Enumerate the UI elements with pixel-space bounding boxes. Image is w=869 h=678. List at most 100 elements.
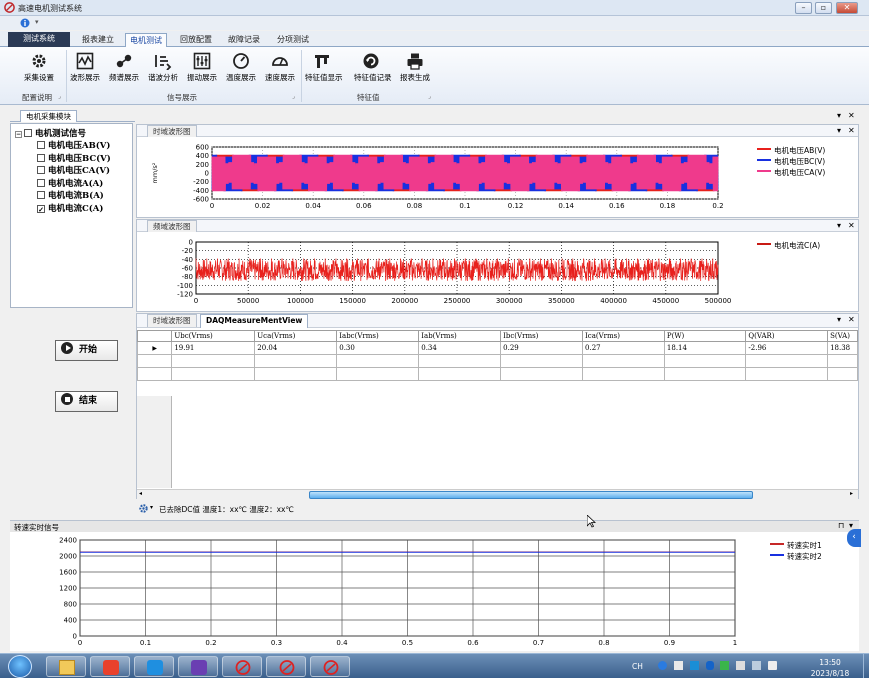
table-cell[interactable]: 0.29 [500,341,584,355]
scroll-right-icon[interactable]: ▸ [850,490,853,497]
qat-dropdown-icon[interactable]: ▾ [35,18,39,26]
minimize-button[interactable]: – [795,2,812,14]
signal-checkbox[interactable] [37,191,45,199]
signal-checkbox[interactable] [37,166,45,174]
tab-item-test[interactable]: 分项测试 [273,33,313,47]
group-launcher-icon[interactable]: ⌟ [428,93,431,100]
tab-time-domain-2[interactable]: 时域波形图 [147,314,197,327]
table-cell[interactable]: 20.04 [254,341,338,355]
waveform-display-button[interactable]: 波形展示 [68,50,102,88]
table-row[interactable] [137,354,858,368]
bluetooth-icon[interactable] [706,661,714,670]
tab-fault-record[interactable]: 故障记录 [224,33,264,47]
vibration-display-button[interactable]: 振动展示 [185,50,219,88]
taskbar-app[interactable] [134,656,174,677]
start-orb-icon[interactable] [8,655,32,678]
tab-motor-test[interactable]: 电机测试 [125,33,167,47]
help-tray-icon[interactable] [658,661,667,670]
language-indicator[interactable]: CH [632,662,643,671]
row-selector-icon[interactable]: ▶ [137,341,173,355]
taskbar-test-app-2[interactable] [266,656,306,677]
tab-freq-domain[interactable]: 频域波形图 [147,220,197,232]
dock-close-icon[interactable]: ✕ [848,110,855,121]
network-icon[interactable] [752,661,761,670]
battery-tray-icon[interactable] [736,661,745,670]
column-header[interactable]: Ica(Vrms) [582,330,665,342]
temperature-display-button[interactable]: 温度展示 [224,50,258,88]
tab-daq-measurement-view[interactable]: DAQMeasureMentView [200,314,309,328]
stop-button[interactable]: 结束 [55,391,118,412]
scrollbar-thumb[interactable] [309,491,753,499]
column-header[interactable]: S(VA) [827,330,858,342]
panel-dropdown-icon[interactable]: ▾ [837,314,841,325]
group-launcher-icon[interactable]: ⌟ [58,93,61,100]
dock-dropdown-icon[interactable]: ▾ [837,110,841,121]
taskbar-wps[interactable] [90,656,130,677]
signal-item-5[interactable]: 电机电流B(A) [37,189,104,201]
report-generate-button[interactable]: 报表生成 [398,50,432,88]
start-button[interactable]: 开始 [55,340,118,361]
signal-item-1[interactable]: 电机电压AB(V) [37,139,110,151]
horizontal-scrollbar[interactable]: ◂ ▸ [137,489,858,499]
column-header[interactable]: Uca(Vrms) [254,330,338,342]
tree-root[interactable]: − 电机测试信号 [15,127,86,139]
settings-icon[interactable] [138,503,149,514]
table-cell[interactable]: 19.91 [171,341,256,355]
group-launcher-icon[interactable]: ⌟ [292,93,295,100]
signal-item-6[interactable]: ✓ 电机电流C(A) [37,202,103,214]
table-cell[interactable]: 0.34 [418,341,502,355]
feature-display-button[interactable]: 特征值显示 [305,50,343,88]
table-cell[interactable]: 0.30 [336,341,420,355]
collect-settings-button[interactable]: 采集设置 [22,50,56,88]
settings-dropdown-icon[interactable]: ▾ [150,504,153,511]
table-cell[interactable]: 0.27 [582,341,665,355]
keyboard-tray-icon[interactable] [674,661,683,670]
show-desktop-button[interactable] [863,654,869,678]
panel-dropdown-icon[interactable]: ▾ [837,220,841,231]
column-header[interactable]: Iabc(Vrms) [336,330,420,342]
table-row[interactable]: ▶ 19.91 20.04 0.30 0.34 0.29 0.27 18.14 … [137,341,858,355]
panel-close-icon[interactable]: ✕ [848,125,855,136]
close-button[interactable]: ✕ [836,2,858,14]
tab-time-domain[interactable]: 时域波形图 [147,125,197,137]
spectrum-display-button[interactable]: 频谱展示 [107,50,141,88]
table-cell[interactable]: 18.38 [827,341,858,355]
signal-checkbox[interactable]: ✓ [37,204,45,213]
column-header[interactable]: Ibc(Vrms) [500,330,584,342]
tab-playback-config[interactable]: 回放配置 [176,33,216,47]
harmonic-analysis-button[interactable]: 谐波分析 [146,50,180,88]
signal-item-3[interactable]: 电机电压CA(V) [37,164,110,176]
signal-checkbox[interactable] [37,153,45,162]
table-cell[interactable]: 18.14 [663,341,747,355]
tree-collapse-icon[interactable]: − [15,131,22,138]
app-tray-icon[interactable] [690,661,699,670]
panel-pin-icon[interactable]: ⊓ [838,520,844,531]
side-collapse-icon[interactable]: ‹ [847,529,861,547]
security-tray-icon[interactable] [720,661,729,670]
clock[interactable]: 13:50 2023/8/18 [800,657,860,678]
panel-close-icon[interactable]: ✕ [848,314,855,325]
signal-checkbox[interactable] [37,178,45,187]
signal-item-4[interactable]: 电机电流A(A) [37,177,103,189]
volume-icon[interactable] [768,661,777,670]
taskbar-explorer[interactable] [46,656,86,677]
panel-close-icon[interactable]: ✕ [848,220,855,231]
tab-motor-collect-module[interactable]: 电机采集模块 [20,110,77,122]
scroll-left-icon[interactable]: ◂ [139,490,142,497]
signal-checkbox[interactable] [37,141,45,149]
panel-dropdown-icon[interactable]: ▾ [837,125,841,136]
tab-report-build[interactable]: 报表建立 [78,33,118,47]
column-header[interactable]: Iab(Vrms) [418,330,502,342]
column-header[interactable]: Ubc(Vrms) [171,330,256,342]
taskbar-test-app-3[interactable] [310,656,350,677]
table-row[interactable] [137,367,858,381]
taskbar-test-app-1[interactable] [222,656,262,677]
maximize-button[interactable]: ▫ [815,2,832,14]
column-header[interactable]: Q(VAR) [745,330,829,342]
tab-test-system[interactable]: 测试系统 [8,32,70,47]
speed-display-button[interactable]: 速度展示 [263,50,297,88]
feature-record-button[interactable]: 特征值记录 [354,50,392,88]
checkbox-root[interactable] [24,129,32,137]
info-icon[interactable] [20,18,30,28]
signal-item-2[interactable]: 电机电压BC(V) [37,152,111,164]
